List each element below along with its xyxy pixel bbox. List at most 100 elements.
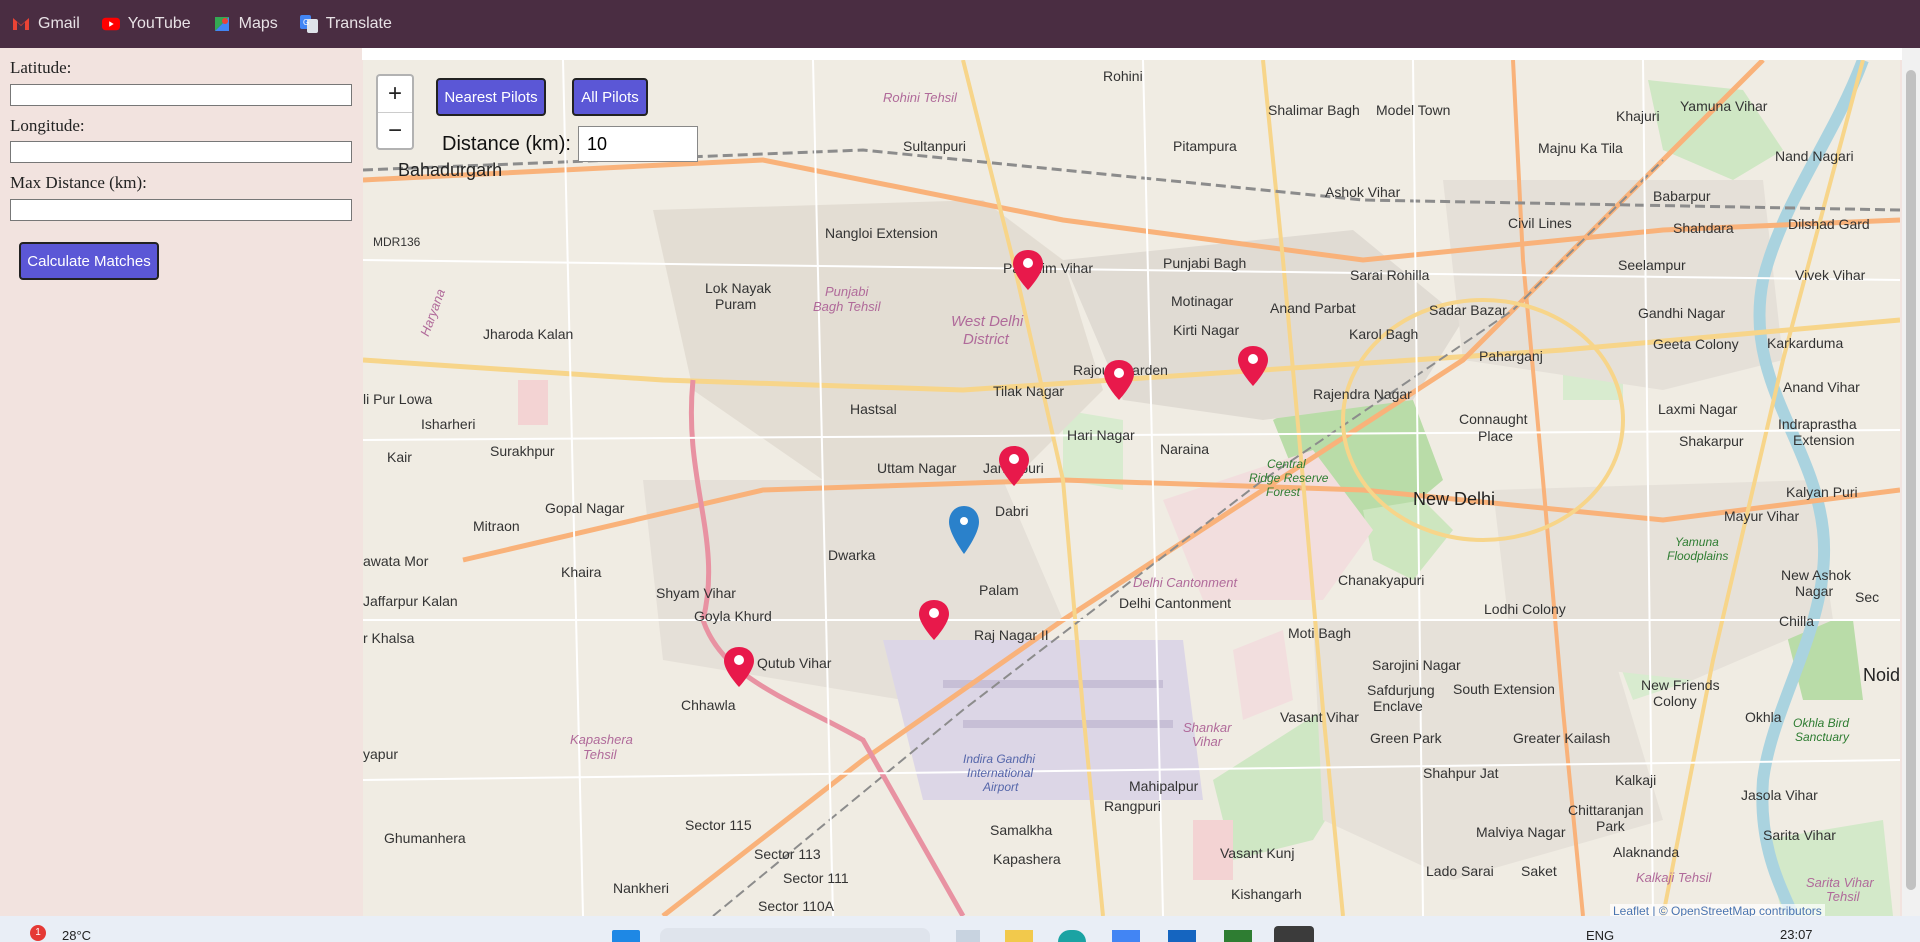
all-pilots-button[interactable]: All Pilots	[572, 78, 648, 116]
scrollbar-thumb[interactable]	[1906, 70, 1916, 890]
store-icon[interactable]	[1112, 930, 1140, 942]
place-label: Place	[1478, 428, 1514, 444]
place-label: Jaffarpur Kalan	[363, 593, 458, 609]
pilot-marker[interactable]	[919, 600, 949, 640]
bookmark-translate[interactable]: G Translate	[299, 15, 392, 33]
weather-temp[interactable]: 28°C	[62, 928, 91, 942]
place-label: Bahadurgarh	[398, 160, 503, 180]
place-label: Indira Gandhi	[963, 752, 1036, 766]
place-label: Chhawla	[681, 697, 736, 713]
bookmark-label: Gmail	[38, 15, 80, 32]
zoom-control: + −	[376, 74, 414, 150]
windows-start-icon[interactable]	[612, 930, 640, 942]
place-label: New Ashok	[1781, 567, 1852, 583]
place-label: Safdurjung	[1367, 682, 1435, 698]
place-label: Okhla Bird	[1793, 716, 1850, 730]
place-label: Hari Nagar	[1067, 427, 1135, 443]
pilot-marker[interactable]	[1238, 346, 1268, 386]
place-label: Punjabi Bagh	[1163, 255, 1247, 271]
longitude-label: Longitude:	[10, 116, 85, 135]
place-label: Lok Nayak	[705, 280, 772, 296]
place-label: Motinagar	[1171, 293, 1234, 309]
zoom-in-button[interactable]: +	[378, 76, 412, 112]
bookmark-youtube[interactable]: YouTube	[101, 15, 191, 33]
place-label: Airport	[983, 780, 1019, 794]
place-label: Sarai Rohilla	[1350, 267, 1430, 283]
place-label: Pitampura	[1173, 138, 1237, 154]
taskbar: 1 28°C ENG 23:07	[0, 916, 1920, 942]
edge-icon[interactable]	[1058, 930, 1086, 942]
vertical-scrollbar[interactable]	[1902, 48, 1920, 916]
vscode-icon[interactable]	[1168, 930, 1196, 942]
map-view[interactable]: Rohini Rohini Tehsil Sultanpuri Pitampur…	[363, 60, 1900, 916]
place-label: Sultanpuri	[903, 138, 967, 154]
place-label: International	[967, 766, 1034, 780]
place-label: Shahdara	[1673, 220, 1734, 236]
place-label: Dabri	[995, 503, 1029, 519]
place-label: Geeta Colony	[1653, 336, 1739, 352]
taskview-icon[interactable]	[956, 930, 980, 942]
pilot-marker[interactable]	[1013, 250, 1043, 290]
place-label: Khajuri	[1616, 108, 1660, 124]
notification-badge: 1	[30, 925, 46, 941]
pilot-marker[interactable]	[724, 647, 754, 687]
place-label: Connaught	[1459, 411, 1528, 427]
place-label: Jharoda Kalan	[483, 326, 574, 342]
bookmark-maps[interactable]: Maps	[213, 15, 278, 33]
place-label: Seelampur	[1618, 257, 1686, 273]
nearest-pilots-button[interactable]: Nearest Pilots	[436, 78, 546, 116]
place-label: New Delhi	[1413, 489, 1496, 509]
place-label: Tilak Nagar	[993, 383, 1065, 399]
place-label: Extension	[1793, 432, 1855, 448]
xbox-icon[interactable]	[1224, 930, 1252, 942]
latitude-input[interactable]	[10, 84, 352, 106]
place-label: Kirti Nagar	[1173, 322, 1240, 338]
place-label: Civil Lines	[1508, 215, 1572, 231]
place-label: Goyla Khurd	[694, 608, 772, 624]
place-label: Ridge Reserve	[1249, 471, 1329, 485]
place-label: li Pur Lowa	[363, 391, 433, 407]
place-label: Sarita Vihar	[1806, 875, 1874, 890]
location-marker[interactable]	[949, 506, 979, 554]
place-label: Vihar	[1192, 734, 1223, 749]
zoom-out-button[interactable]: −	[378, 112, 412, 149]
longitude-input[interactable]	[10, 141, 352, 163]
search-box[interactable]	[660, 928, 930, 942]
place-label: Paharganj	[1479, 348, 1543, 364]
place-label: Shankar	[1183, 720, 1232, 735]
calculate-matches-button[interactable]: Calculate Matches	[19, 242, 159, 280]
place-label: Anand Vihar	[1783, 379, 1860, 395]
place-label: Shahpur Jat	[1423, 765, 1499, 781]
chrome-icon[interactable]	[1274, 926, 1314, 942]
place-label: Surakhpur	[490, 443, 555, 459]
place-label: Puram	[715, 296, 757, 312]
place-label: Kalkaji Tehsil	[1636, 870, 1712, 885]
place-label: Karkarduma	[1767, 335, 1844, 351]
place-label: Tehsil	[1826, 889, 1860, 904]
file-explorer-icon[interactable]	[1005, 930, 1033, 942]
place-label: West Delhi	[951, 313, 1024, 330]
bookmark-gmail[interactable]: Gmail	[12, 15, 80, 33]
place-label: Punjabi	[825, 284, 869, 299]
pilot-marker[interactable]	[999, 446, 1029, 486]
place-label: Ghumanhera	[384, 830, 466, 846]
place-label: Naraina	[1160, 441, 1210, 457]
place-label: Kalyan Puri	[1786, 484, 1858, 500]
place-label: Delhi Cantonment	[1119, 595, 1232, 611]
pilot-marker[interactable]	[1104, 360, 1134, 400]
clock-time[interactable]: 23:07	[1780, 927, 1813, 942]
place-label: Park	[1596, 818, 1625, 834]
place-label: Rohini	[1103, 68, 1143, 84]
place-label: Babarpur	[1653, 188, 1711, 204]
place-label: Sarojini Nagar	[1372, 657, 1461, 673]
place-label: Chanakyapuri	[1338, 572, 1425, 588]
place-label: Mahipalpur	[1129, 778, 1199, 794]
language-indicator[interactable]: ENG	[1586, 928, 1614, 942]
max-distance-input[interactable]	[10, 199, 352, 221]
distance-input[interactable]	[578, 126, 698, 162]
place-label: Karol Bagh	[1349, 326, 1419, 342]
place-label: Bagh Tehsil	[813, 299, 881, 314]
gmail-icon	[12, 15, 30, 33]
place-label: Yamuna Vihar	[1680, 98, 1768, 114]
place-label: Nagar	[1795, 583, 1834, 599]
